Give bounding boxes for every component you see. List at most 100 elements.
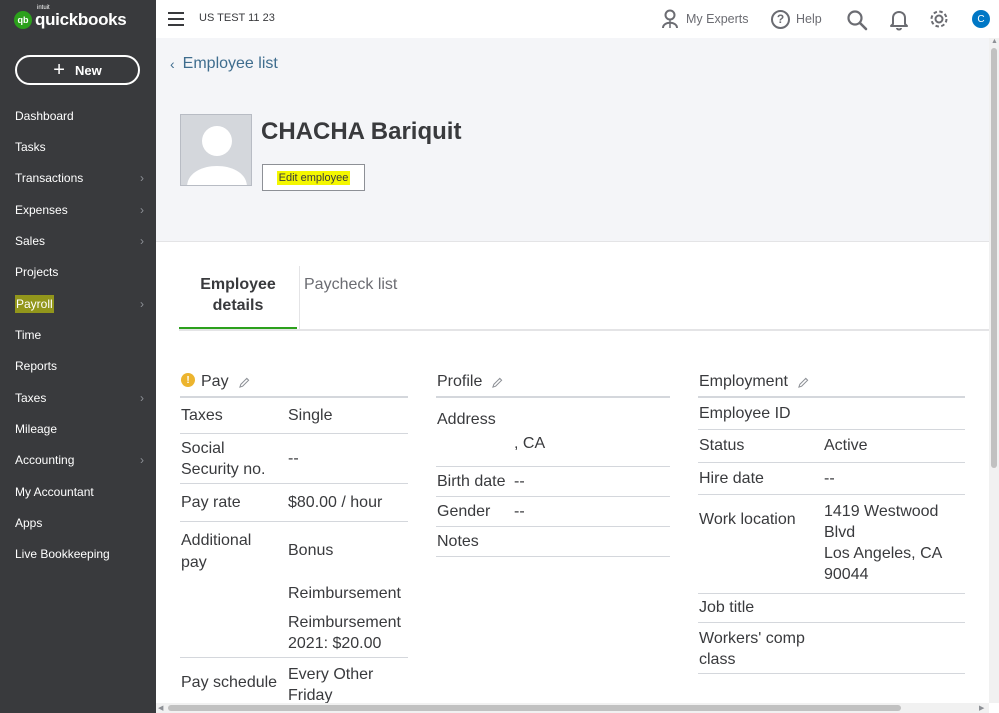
- sidebar-item-label: Time: [15, 328, 42, 343]
- company-name: US TEST 11 23: [199, 12, 275, 24]
- scroll-right-arrow-icon[interactable]: ▶: [979, 704, 984, 712]
- help-button[interactable]: ? Help: [771, 8, 822, 30]
- left-sidebar: qb intuit quickbooks + New Dashboard Task…: [0, 0, 156, 713]
- sidebar-item-label: My Accountant: [15, 484, 94, 499]
- my-experts-button[interactable]: My Experts: [661, 8, 749, 30]
- chevron-right-icon: ›: [140, 390, 144, 405]
- sidebar-item-label: Sales: [15, 234, 46, 249]
- new-button-label: New: [74, 62, 102, 78]
- sidebar-item-label: Taxes: [15, 390, 47, 405]
- bell-icon[interactable]: [889, 9, 909, 31]
- chevron-right-icon: ›: [140, 296, 144, 311]
- chevron-right-icon: ›: [140, 234, 144, 249]
- sidebar-item-label: Tasks: [15, 140, 46, 155]
- chevron-right-icon: ›: [140, 202, 144, 217]
- user-avatar[interactable]: C: [972, 10, 990, 28]
- sidebar-item-tasks[interactable]: Tasks: [0, 131, 156, 162]
- top-bar: US TEST 11 23 My Experts ? Help C: [156, 0, 999, 38]
- employee-photo-placeholder: [180, 114, 252, 186]
- hamburger-menu-icon[interactable]: [168, 12, 184, 26]
- sidebar-item-label: Reports: [15, 359, 58, 374]
- qb-logo-icon: qb: [14, 11, 32, 29]
- sidebar-item-label: Apps: [15, 516, 43, 531]
- tab-paycheck-list[interactable]: Paycheck list: [299, 266, 409, 331]
- chevron-right-icon: ›: [140, 171, 144, 186]
- employment-id-row: Employee ID: [698, 398, 965, 430]
- tab-employee-details[interactable]: Employee details: [179, 266, 297, 331]
- employment-title: Employment: [699, 373, 788, 390]
- sidebar-item-transactions[interactable]: Transactions ›: [0, 163, 156, 194]
- pay-section: ! Pay Taxes Single Social Security no. -…: [180, 368, 408, 703]
- gear-icon[interactable]: [928, 8, 950, 30]
- vertical-scrollbar[interactable]: ▲: [989, 38, 999, 703]
- sidebar-item-time[interactable]: Time: [0, 319, 156, 350]
- sidebar-item-dashboard[interactable]: Dashboard: [0, 100, 156, 131]
- scroll-up-arrow-icon[interactable]: ▲: [991, 38, 998, 45]
- profile-title: Profile: [437, 373, 483, 390]
- profile-birth-row: Birth date --: [436, 467, 670, 497]
- edit-employee-button[interactable]: Edit employee: [262, 164, 365, 191]
- quickbooks-logo[interactable]: qb intuit quickbooks: [14, 5, 127, 32]
- sidebar-item-taxes[interactable]: Taxes ›: [0, 382, 156, 413]
- employment-job-row: Job title: [698, 594, 965, 623]
- search-icon[interactable]: [846, 9, 868, 31]
- employee-header: ‹ Employee list CHACHA Bariquit Edit emp…: [156, 38, 989, 242]
- help-label: Help: [796, 12, 822, 26]
- sidebar-item-apps[interactable]: Apps: [0, 507, 156, 538]
- sidebar-item-live-bookkeeping[interactable]: Live Bookkeeping: [0, 539, 156, 570]
- sidebar-item-label: Accounting: [15, 453, 75, 468]
- profile-section: Profile Address , CA Birth date -- Gende…: [436, 368, 670, 557]
- employment-location-row: Work location 1419 Westwood Blvd Los Ang…: [698, 495, 965, 594]
- chevron-right-icon: ›: [140, 453, 144, 468]
- employment-comp-row: Workers' comp class: [698, 623, 965, 674]
- sidebar-item-expenses[interactable]: Expenses ›: [0, 194, 156, 225]
- sidebar-item-projects[interactable]: Projects: [0, 257, 156, 288]
- employee-name: CHACHA Bariquit: [261, 118, 462, 145]
- sidebar-item-mileage[interactable]: Mileage: [0, 413, 156, 444]
- sidebar-item-my-accountant[interactable]: My Accountant: [0, 476, 156, 507]
- pay-rate-row: Pay rate $80.00 / hour: [180, 484, 408, 522]
- profile-gender-row: Gender --: [436, 497, 670, 527]
- main-content: ‹ Employee list CHACHA Bariquit Edit emp…: [156, 38, 989, 703]
- my-experts-label: My Experts: [686, 12, 749, 26]
- employee-list-label: Employee list: [182, 55, 278, 72]
- pay-taxes-row: Taxes Single: [180, 398, 408, 434]
- pay-additional-row: Additional pay Bonus Reimbursement Reimb…: [180, 522, 408, 658]
- employment-status-row: Status Active: [698, 430, 965, 463]
- pay-ssn-row: Social Security no. --: [180, 434, 408, 484]
- scroll-left-arrow-icon[interactable]: ◀: [158, 704, 163, 712]
- sidebar-item-accounting[interactable]: Accounting ›: [0, 445, 156, 476]
- vertical-scroll-thumb[interactable]: [991, 48, 997, 468]
- new-button[interactable]: + New: [15, 55, 140, 85]
- plus-icon: +: [53, 59, 65, 81]
- employee-list-link[interactable]: ‹ Employee list: [170, 55, 278, 73]
- sidebar-item-reports[interactable]: Reports: [0, 351, 156, 382]
- employment-section: Employment Employee ID Status Active Hir…: [698, 368, 965, 674]
- profile-address-row: Address , CA: [436, 398, 670, 467]
- sidebar-item-label: Payroll: [15, 294, 54, 313]
- edit-employment-pencil-icon[interactable]: [798, 377, 809, 388]
- sidebar-item-label: Mileage: [15, 422, 58, 437]
- edit-pay-pencil-icon[interactable]: [238, 377, 250, 388]
- expert-person-icon: [662, 9, 678, 29]
- sidebar-item-label: Transactions: [15, 171, 84, 186]
- quickbooks-wordmark: quickbooks: [35, 10, 127, 29]
- sidebar-item-payroll[interactable]: Payroll ›: [0, 288, 156, 319]
- intuit-wordmark: intuit: [37, 5, 50, 11]
- help-icon: ?: [771, 9, 790, 29]
- profile-notes-row: Notes: [436, 527, 670, 557]
- sidebar-item-label: Expenses: [15, 202, 68, 217]
- sidebar-item-label: Live Bookkeeping: [15, 547, 110, 562]
- person-silhouette-icon: [181, 115, 251, 185]
- pay-schedule-row: Pay schedule Every Other Friday: [181, 666, 374, 703]
- tab-divider: [179, 329, 989, 331]
- edit-employee-label: Edit employee: [276, 170, 351, 185]
- edit-profile-pencil-icon[interactable]: [492, 377, 503, 388]
- sidebar-item-label: Projects: [15, 265, 59, 280]
- sidebar-item-sales[interactable]: Sales ›: [0, 225, 156, 256]
- sidebar-item-label: Dashboard: [15, 108, 74, 123]
- pay-title: Pay: [201, 373, 229, 390]
- horizontal-scrollbar[interactable]: ◀ ▶: [156, 703, 989, 713]
- chevron-left-icon: ‹: [170, 56, 175, 72]
- horizontal-scroll-thumb[interactable]: [168, 705, 901, 711]
